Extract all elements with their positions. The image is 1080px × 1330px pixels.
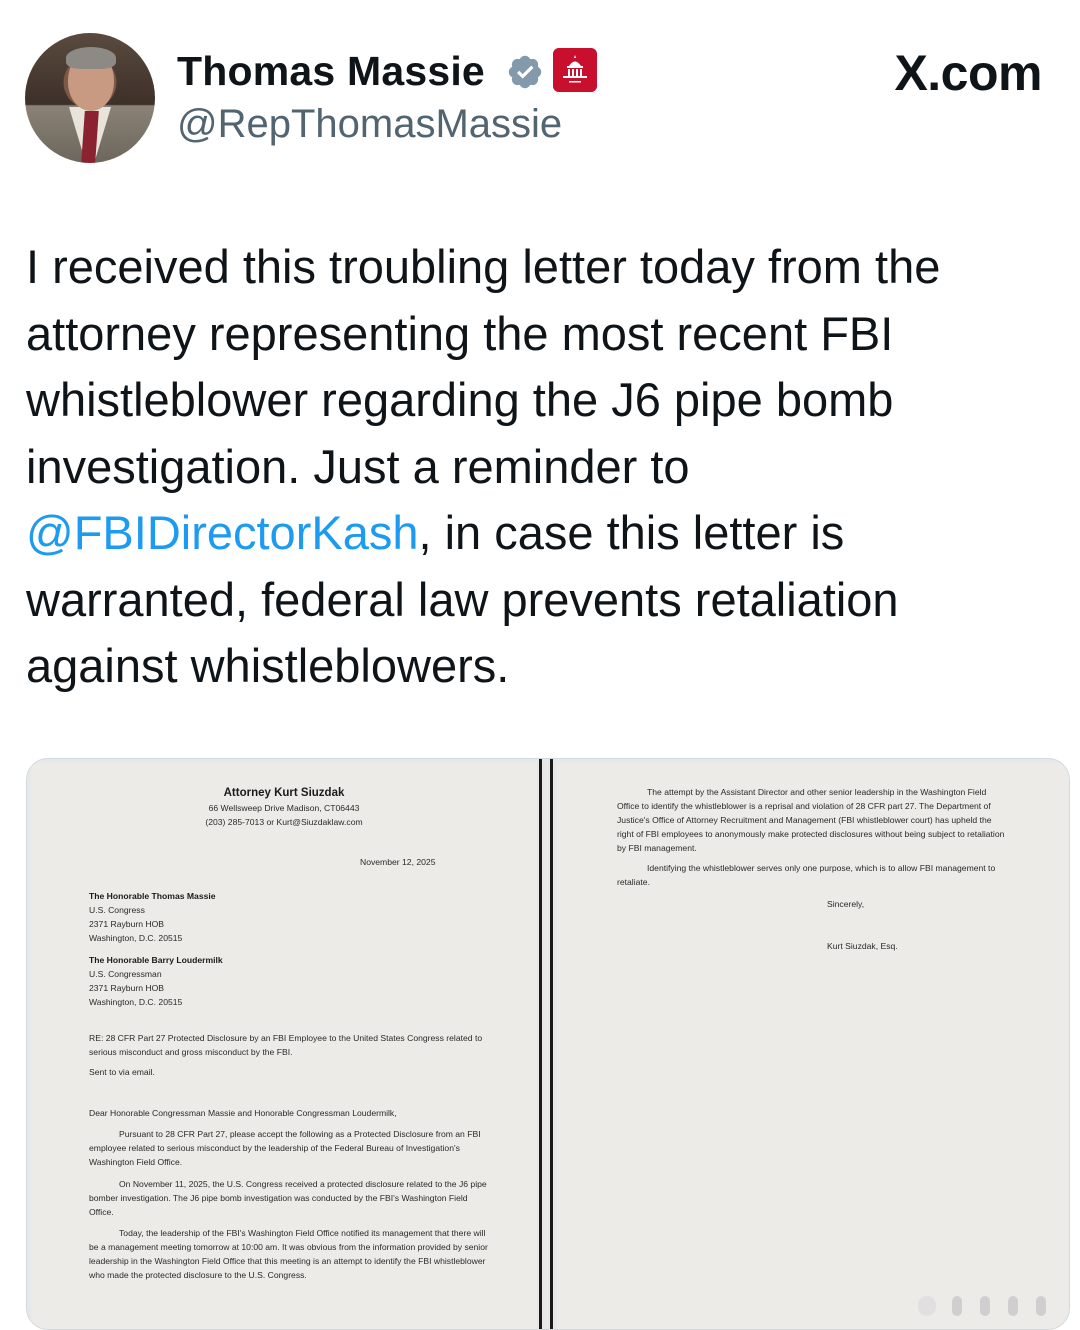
page-divider	[539, 759, 542, 1329]
capitol-badge-icon	[553, 48, 597, 92]
tweet-text: I received this troubling letter today f…	[26, 234, 1056, 700]
letter-closing: Sincerely,	[827, 899, 865, 909]
recipient-2: The Honorable Barry Loudermilk U.S. Cong…	[89, 953, 489, 1009]
sender-address: 66 Wellsweep Drive Madison, CT06443	[208, 803, 360, 813]
page2-paragraph-2: Identifying the whistleblower serves onl…	[617, 863, 996, 887]
carousel-indicator[interactable]	[890, 1296, 1070, 1316]
recipient-1-line2: 2371 Rayburn HOB	[89, 919, 164, 929]
letterhead: Attorney Kurt Siuzdak 66 Wellsweep Drive…	[31, 785, 537, 829]
re-line: RE: 28 CFR Part 27 Protected Disclosure …	[89, 1033, 483, 1057]
sender-contact: (203) 285-7013 or Kurt@Siuzdaklaw.com	[205, 817, 363, 827]
tweet-text-before: I received this troubling letter today f…	[26, 240, 941, 493]
paragraph-3: Today, the leadership of the FBI's Washi…	[89, 1228, 488, 1280]
author-handle[interactable]: @RepThomasMassie	[177, 102, 562, 147]
tweet-header: Thomas Massie @RepThomasMassie X.com	[0, 0, 1080, 200]
sent-via: Sent to via email.	[89, 1067, 155, 1077]
recipient-1-line1: U.S. Congress	[89, 905, 145, 915]
letter-signature: Kurt Siuzdak, Esq.	[827, 941, 898, 951]
verified-badge-icon	[508, 55, 542, 89]
recipient-2-line2: 2371 Rayburn HOB	[89, 983, 164, 993]
author-name[interactable]: Thomas Massie	[177, 48, 485, 95]
recipient-2-line3: Washington, D.C. 20515	[89, 997, 183, 1007]
sender-name: Attorney Kurt Siuzdak	[223, 787, 345, 799]
letter-page-2: The attempt by the Assistant Director an…	[557, 763, 1069, 1329]
salutation: Dear Honorable Congressman Massie and Ho…	[89, 1108, 397, 1118]
mention-link[interactable]: @FBIDirectorKash	[26, 506, 418, 559]
avatar[interactable]	[25, 33, 155, 163]
recipient-1-name: The Honorable Thomas Massie	[89, 891, 216, 901]
letter-date: November 12, 2025	[360, 857, 436, 867]
paragraph-2: On November 11, 2025, the U.S. Congress …	[89, 1179, 487, 1217]
site-label: X.com	[894, 45, 1042, 101]
paragraph-1: Pursuant to 28 CFR Part 27, please accep…	[89, 1129, 481, 1167]
page-divider	[550, 759, 553, 1329]
recipient-2-name: The Honorable Barry Loudermilk	[89, 955, 223, 965]
recipient-2-line1: U.S. Congressman	[89, 969, 162, 979]
page2-paragraph-1: The attempt by the Assistant Director an…	[617, 787, 1005, 853]
letter-page-1: Attorney Kurt Siuzdak 66 Wellsweep Drive…	[31, 763, 537, 1329]
attached-image[interactable]: Attorney Kurt Siuzdak 66 Wellsweep Drive…	[26, 758, 1070, 1330]
recipient-1-line3: Washington, D.C. 20515	[89, 933, 183, 943]
recipient-1: The Honorable Thomas Massie U.S. Congres…	[89, 889, 489, 945]
